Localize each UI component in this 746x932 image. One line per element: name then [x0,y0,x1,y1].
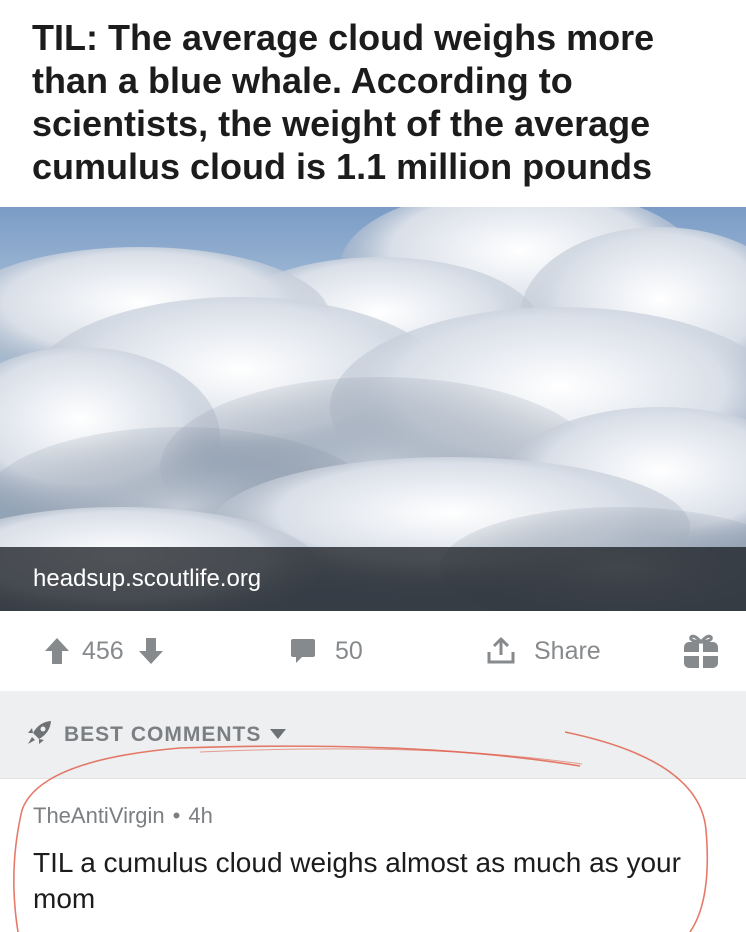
upvote-arrow-icon[interactable] [44,637,70,665]
comments-button[interactable]: 50 [289,611,363,691]
gift-icon [684,634,718,668]
caret-down-icon[interactable] [270,729,286,739]
comment-bubble-icon [291,639,315,663]
comment-count: 50 [335,636,363,665]
comment-author[interactable]: TheAntiVirgin [33,803,165,828]
link-domain[interactable]: headsup.scoutlife.org [33,565,261,593]
share-label: Share [534,636,601,665]
share-icon [487,637,515,664]
comment-body: TIL a cumulus cloud weighs almost as muc… [33,847,681,914]
post-image[interactable]: headsup.scoutlife.org [0,207,746,611]
share-button[interactable]: Share [486,611,601,691]
downvote-arrow-icon[interactable] [138,637,164,665]
comment-sort-bar[interactable]: BEST COMMENTS [0,691,746,779]
post-title[interactable]: TIL: The average cloud weighs more than … [32,16,722,188]
rocket-icon [28,721,51,744]
post-action-bar: 456 50 Share [0,611,746,691]
comment-meta: TheAntiVirgin • 4h [33,803,213,829]
comment-age: 4h [188,803,213,828]
meta-separator: • [172,803,181,828]
sort-label[interactable]: BEST COMMENTS [64,723,261,747]
link-domain-bar[interactable]: headsup.scoutlife.org [0,547,746,611]
vote-controls: 456 [44,611,164,691]
award-button[interactable] [682,611,720,691]
vote-count: 456 [82,636,124,665]
